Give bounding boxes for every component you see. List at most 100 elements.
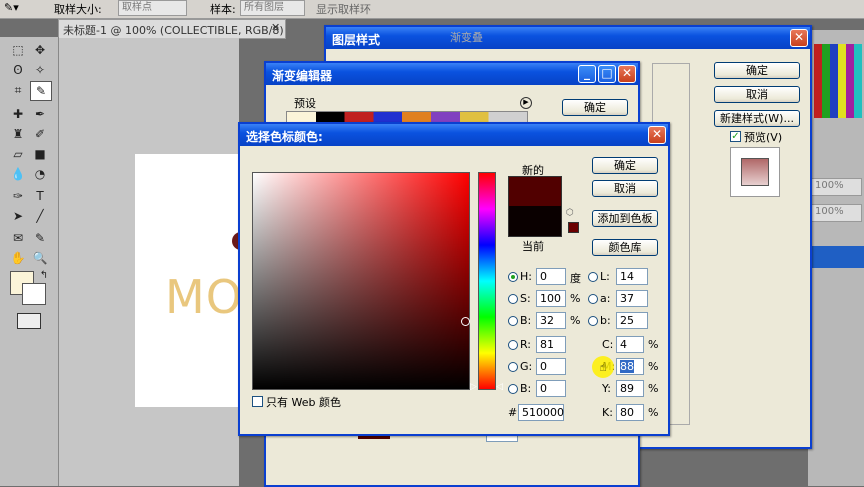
color-field-cursor[interactable]: [461, 317, 470, 326]
y-field[interactable]: 89: [616, 380, 644, 397]
crop-tool-icon[interactable]: ⌗: [8, 81, 28, 99]
presets-menu-icon[interactable]: ▶: [520, 97, 532, 109]
maximize-icon[interactable]: □: [598, 65, 616, 83]
hex-label: #: [508, 406, 518, 419]
l-radio[interactable]: [588, 272, 598, 282]
hand-tool-icon[interactable]: ✋: [8, 249, 28, 267]
g-label: G:: [520, 360, 533, 373]
close-icon[interactable]: ✕: [271, 21, 280, 34]
gamut-cube-icon[interactable]: ⬡: [566, 208, 574, 218]
m-field[interactable]: 88: [616, 358, 644, 375]
background-color-swatch[interactable]: [22, 283, 46, 305]
close-icon[interactable]: ✕: [618, 65, 636, 83]
blue-radio[interactable]: [508, 384, 518, 394]
eyedropper-icon[interactable]: ✎▾: [4, 1, 19, 14]
opacity-field[interactable]: 100%: [810, 178, 862, 196]
eyedropper-tool-icon[interactable]: ✎: [30, 81, 52, 101]
fill-field[interactable]: 100%: [810, 204, 862, 222]
sample-select[interactable]: 所有图层: [240, 0, 305, 16]
cancel-button[interactable]: 取消: [592, 180, 658, 197]
blue-field[interactable]: 0: [536, 380, 566, 397]
g-radio[interactable]: [508, 362, 518, 372]
dodge-tool-icon[interactable]: ◔: [30, 165, 50, 183]
add-to-swatches-button[interactable]: 添加到色板: [592, 210, 658, 227]
color-libraries-button[interactable]: 颜色库: [592, 239, 658, 256]
layer-style-title: 图层样式: [332, 33, 381, 47]
presets-label: 预设: [294, 97, 316, 110]
h-radio[interactable]: [508, 272, 518, 282]
color-field[interactable]: [252, 172, 470, 390]
move-tool-icon[interactable]: ✥: [30, 41, 50, 59]
l-field[interactable]: 14: [616, 268, 648, 285]
type-tool-icon[interactable]: T: [30, 187, 50, 205]
stamp-tool-icon[interactable]: ♜: [8, 125, 28, 143]
h-field[interactable]: 0: [536, 268, 566, 285]
path-select-icon[interactable]: ➤: [8, 207, 28, 225]
k-field[interactable]: 80: [616, 404, 644, 421]
history-brush-icon[interactable]: ✐: [30, 125, 50, 143]
preview-label: 预览(V): [744, 131, 783, 144]
cancel-button[interactable]: 取消: [714, 86, 800, 103]
toolbox: ⬚ ✥ ʘ ✧ ⌗ ✎ ✚ ✒ ♜ ✐ ▱ ■ 💧 ◔ ✑ T ➤ ╱ ✉ ✎ …: [0, 37, 59, 486]
gradient-tool-icon[interactable]: ■: [30, 145, 50, 163]
b-field[interactable]: 32: [536, 312, 566, 329]
m-unit: %: [648, 360, 659, 373]
sample-size-select[interactable]: 取样点: [118, 0, 187, 16]
eraser-tool-icon[interactable]: ▱: [8, 145, 28, 163]
a-field[interactable]: 37: [616, 290, 648, 307]
web-safe-swatch[interactable]: [568, 222, 579, 233]
eyedropper-2-icon[interactable]: ✎: [30, 229, 50, 247]
right-panels: 100% 100%: [808, 30, 864, 486]
swatches-grid[interactable]: [814, 44, 862, 118]
g-field[interactable]: 0: [536, 358, 566, 375]
close-icon[interactable]: ✕: [648, 126, 666, 144]
s-label: S:: [520, 292, 531, 305]
ok-button[interactable]: 确定: [714, 62, 800, 79]
a-radio[interactable]: [588, 294, 598, 304]
hue-slider-right-arrow-icon[interactable]: ◁: [496, 382, 503, 392]
color-picker-title: 选择色标颜色:: [246, 130, 323, 144]
new-color-swatch: [508, 176, 562, 207]
s-field[interactable]: 100: [536, 290, 566, 307]
minimize-icon[interactable]: _: [578, 65, 596, 83]
b-radio[interactable]: [508, 316, 518, 326]
healing-brush-icon[interactable]: ✚: [8, 105, 28, 123]
y-label: Y:: [602, 382, 611, 395]
lab-b-radio[interactable]: [588, 316, 598, 326]
c-label: C:: [602, 338, 614, 351]
brush-tool-icon[interactable]: ✒: [30, 105, 50, 123]
show-ring-label[interactable]: 显示取样环: [316, 1, 371, 17]
web-only-label: 只有 Web 颜色: [266, 396, 341, 409]
notes-tool-icon[interactable]: ✉: [8, 229, 28, 247]
quick-mask-icon[interactable]: [17, 313, 41, 329]
ok-button[interactable]: 确定: [592, 157, 658, 174]
current-color-swatch[interactable]: [508, 206, 562, 237]
close-icon[interactable]: ✕: [790, 29, 808, 47]
hue-slider[interactable]: [478, 172, 496, 390]
r-radio[interactable]: [508, 340, 518, 350]
hue-slider-left-arrow-icon[interactable]: ▷: [470, 382, 477, 392]
c-field[interactable]: 4: [616, 336, 644, 353]
document-tab[interactable]: 未标题-1 @ 100% (COLLECTIBLE, RGB/8) * ✕: [58, 19, 286, 51]
hex-field[interactable]: 510000: [518, 404, 564, 421]
lab-b-label: b:: [600, 314, 611, 327]
s-radio[interactable]: [508, 294, 518, 304]
r-field[interactable]: 81: [536, 336, 566, 353]
line-tool-icon[interactable]: ╱: [30, 207, 50, 225]
ok-button[interactable]: 确定: [562, 99, 628, 116]
lab-b-field[interactable]: 25: [616, 312, 648, 329]
marquee-tool-icon[interactable]: ⬚: [8, 41, 28, 59]
y-unit: %: [648, 382, 659, 395]
swap-colors-icon[interactable]: ↰: [34, 267, 54, 285]
selected-layer-row[interactable]: [810, 246, 864, 268]
zoom-tool-icon[interactable]: 🔍: [30, 249, 50, 267]
pen-tool-icon[interactable]: ✑: [8, 187, 28, 205]
hand-cursor-icon: ☝: [592, 356, 614, 378]
preview-checkbox[interactable]: ✓: [730, 131, 741, 142]
options-bar: ✎▾ 取样大小: 取样点 样本: 所有图层 显示取样环: [0, 0, 864, 19]
lasso-tool-icon[interactable]: ʘ: [8, 61, 28, 79]
magic-wand-icon[interactable]: ✧: [30, 61, 50, 79]
web-only-checkbox[interactable]: [252, 396, 263, 407]
blur-tool-icon[interactable]: 💧: [8, 165, 28, 183]
new-style-button[interactable]: 新建样式(W)...: [714, 110, 800, 127]
